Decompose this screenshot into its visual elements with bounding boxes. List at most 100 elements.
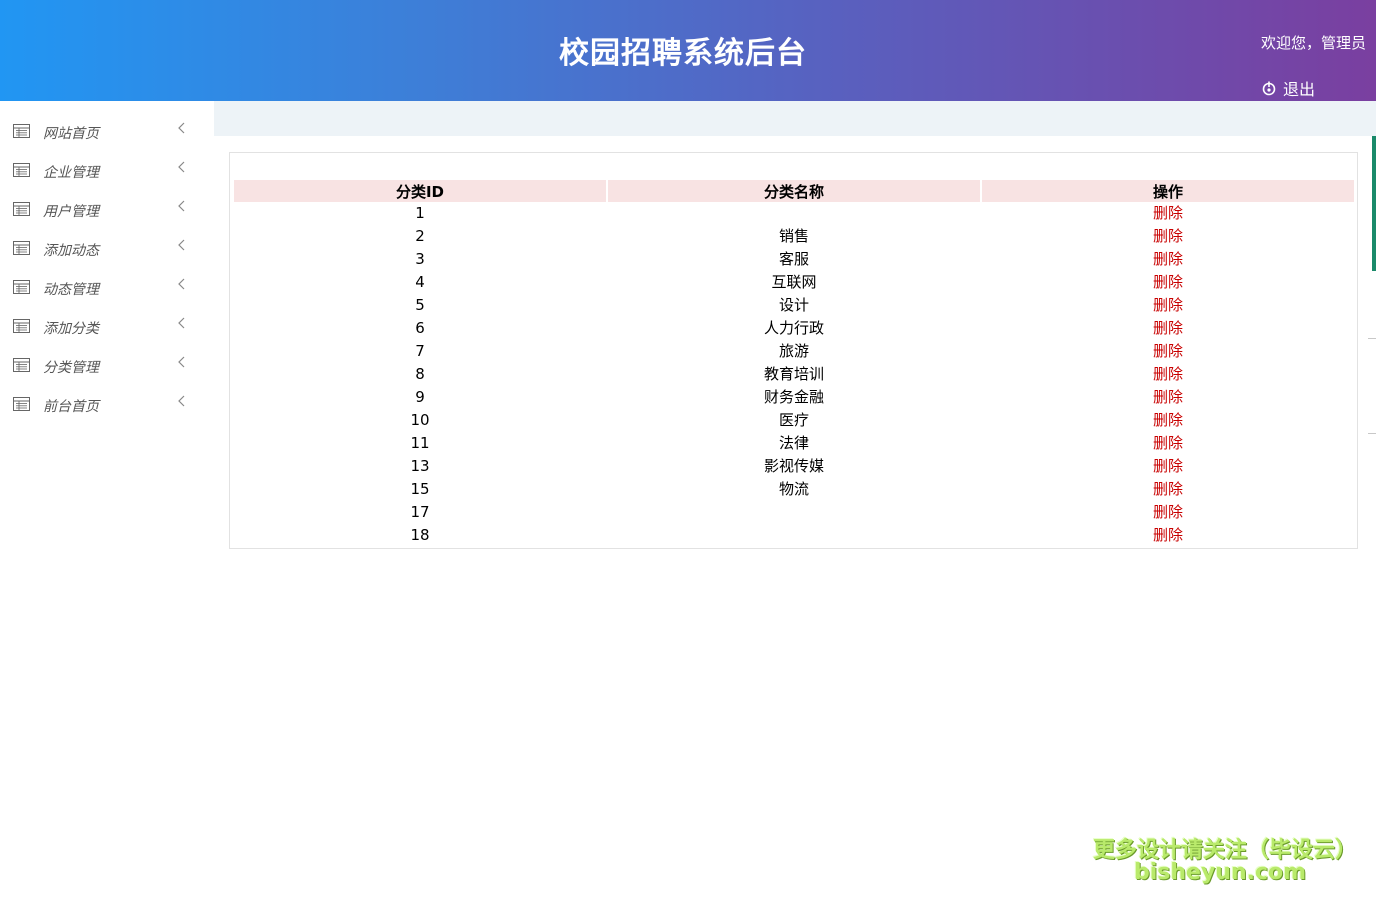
logout-button[interactable]: 退出: [1261, 76, 1315, 100]
sidebar: 网站首页企业管理用户管理 添加动态动态管理添加分类分类管理前台首页: [0, 101, 214, 909]
chevron-left-icon: [178, 356, 185, 368]
sidebar-item[interactable]: 前台首页: [0, 389, 214, 428]
sidebar-item-label: 网站首页: [43, 126, 99, 142]
list-icon: [13, 124, 30, 138]
category-name-cell: 互联网: [771, 273, 817, 291]
chevron-left-icon: [178, 317, 185, 329]
header-category-name: 分类名称: [608, 180, 980, 202]
delete-link[interactable]: 删除: [1153, 503, 1183, 521]
category-name-cell: 影视传媒: [763, 457, 824, 475]
list-icon: [13, 241, 30, 255]
table-row: 15 物流 删除: [234, 478, 1354, 501]
edge-divider: [1368, 338, 1376, 339]
table-row: 5 设计 删除: [234, 294, 1354, 317]
header-category-id: 分类ID: [234, 180, 606, 202]
delete-link[interactable]: 删除: [1153, 480, 1183, 498]
sidebar-item-label: 企业管理: [43, 165, 99, 181]
top-header: 校园招聘系统后台 欢迎您，管理员 退出: [0, 0, 1376, 101]
delete-link[interactable]: 删除: [1153, 526, 1183, 544]
table-row: 6 人力行政 删除: [234, 317, 1354, 340]
delete-link[interactable]: 删除: [1153, 273, 1183, 291]
table-row: 10 医疗 删除: [234, 409, 1354, 432]
chevron-left-icon: [178, 395, 185, 407]
header-action: 操作: [982, 180, 1354, 202]
action-cell: 删除: [982, 409, 1354, 432]
category-table: 分类ID 分类名称 操作 1 删除 2 销售 删除 3 客服 删除 4 互联网 删除 5 设计 删除 6 人力…: [232, 180, 1356, 547]
sidebar-item-label: 动态管理: [43, 282, 99, 298]
logout-label: 退出: [1283, 80, 1316, 99]
table-row: 13 影视传媒 删除: [234, 455, 1354, 478]
delete-link[interactable]: 删除: [1153, 411, 1183, 429]
category-name-cell: 设计: [778, 296, 809, 314]
watermark-url: bisheyun.com: [1134, 860, 1307, 885]
sidebar-item-label: 分类管理: [43, 360, 99, 376]
action-cell: 删除: [982, 363, 1354, 386]
sidebar-item-label: 前台首页: [43, 399, 99, 415]
list-icon: [13, 397, 30, 411]
delete-link[interactable]: 删除: [1153, 457, 1183, 475]
table-row: 4 互联网 删除: [234, 271, 1354, 294]
delete-link[interactable]: 删除: [1153, 365, 1183, 383]
category-id-cell: 7: [415, 342, 425, 360]
content-toolbar-band: [214, 101, 1376, 136]
category-name-cell: [608, 501, 980, 524]
category-id-cell: 13: [410, 457, 430, 475]
category-name-cell: 物流: [778, 480, 809, 498]
category-name-cell: [608, 524, 980, 547]
sidebar-item[interactable]: 动态管理: [0, 272, 214, 311]
category-id-cell: 6: [415, 319, 425, 337]
chevron-left-icon: [178, 122, 185, 134]
action-cell: 删除: [982, 455, 1354, 478]
category-name-cell: 客服: [778, 250, 809, 268]
action-cell: 删除: [982, 248, 1354, 271]
category-id-cell: 8: [415, 365, 425, 383]
category-id-cell: 11: [410, 434, 430, 452]
delete-link[interactable]: 删除: [1153, 319, 1183, 337]
category-name-cell: 财务金融: [763, 388, 824, 406]
category-id-cell: 9: [415, 388, 425, 406]
list-icon: [13, 163, 30, 177]
delete-link[interactable]: 删除: [1153, 250, 1183, 268]
action-cell: 删除: [982, 294, 1354, 317]
category-id-cell: 10: [410, 411, 430, 429]
table-row: 1 删除: [234, 202, 1354, 225]
sidebar-item-label: 添加分类: [43, 321, 99, 337]
action-cell: 删除: [982, 524, 1354, 547]
table-row: 7 旅游 删除: [234, 340, 1354, 363]
category-name-cell: 销售: [778, 227, 809, 245]
category-id-cell: 5: [415, 296, 425, 314]
delete-link[interactable]: 删除: [1153, 296, 1183, 314]
delete-link[interactable]: 删除: [1153, 434, 1183, 452]
delete-link[interactable]: 删除: [1153, 227, 1183, 245]
table-header-row: 分类ID 分类名称 操作: [234, 180, 1354, 202]
chevron-left-icon: [178, 239, 185, 251]
action-cell: 删除: [982, 317, 1354, 340]
category-name-cell: 人力行政: [763, 319, 824, 337]
category-id-cell: 1: [415, 204, 425, 222]
list-icon: [13, 358, 30, 372]
edge-divider: [1368, 433, 1376, 434]
category-name-cell: 医疗: [778, 411, 809, 429]
delete-link[interactable]: 删除: [1153, 204, 1183, 222]
action-cell: 删除: [982, 202, 1354, 225]
delete-link[interactable]: 删除: [1153, 388, 1183, 406]
chevron-left-icon: [178, 200, 185, 212]
table-row: 8 教育培训 删除: [234, 363, 1354, 386]
sidebar-item[interactable]: 分类管理: [0, 350, 214, 389]
action-cell: 删除: [982, 386, 1354, 409]
sidebar-item[interactable]: 企业管理: [0, 155, 214, 194]
logout-icon: [1262, 81, 1276, 96]
sidebar-item[interactable]: 网站首页: [0, 116, 214, 155]
delete-link[interactable]: 删除: [1153, 342, 1183, 360]
category-id-cell: 2: [415, 227, 425, 245]
table-row: 2 销售 删除: [234, 225, 1354, 248]
action-cell: 删除: [982, 432, 1354, 455]
table-row: 18 删除: [234, 524, 1354, 547]
category-id-cell: 4: [415, 273, 425, 291]
sidebar-item[interactable]: 用户管理: [0, 194, 214, 233]
page-title: 校园招聘系统后台: [559, 36, 807, 71]
action-cell: 删除: [982, 271, 1354, 294]
sidebar-item[interactable]: 添加分类: [0, 311, 214, 350]
chevron-left-icon: [178, 161, 185, 173]
sidebar-item[interactable]: 添加动态: [0, 233, 214, 272]
